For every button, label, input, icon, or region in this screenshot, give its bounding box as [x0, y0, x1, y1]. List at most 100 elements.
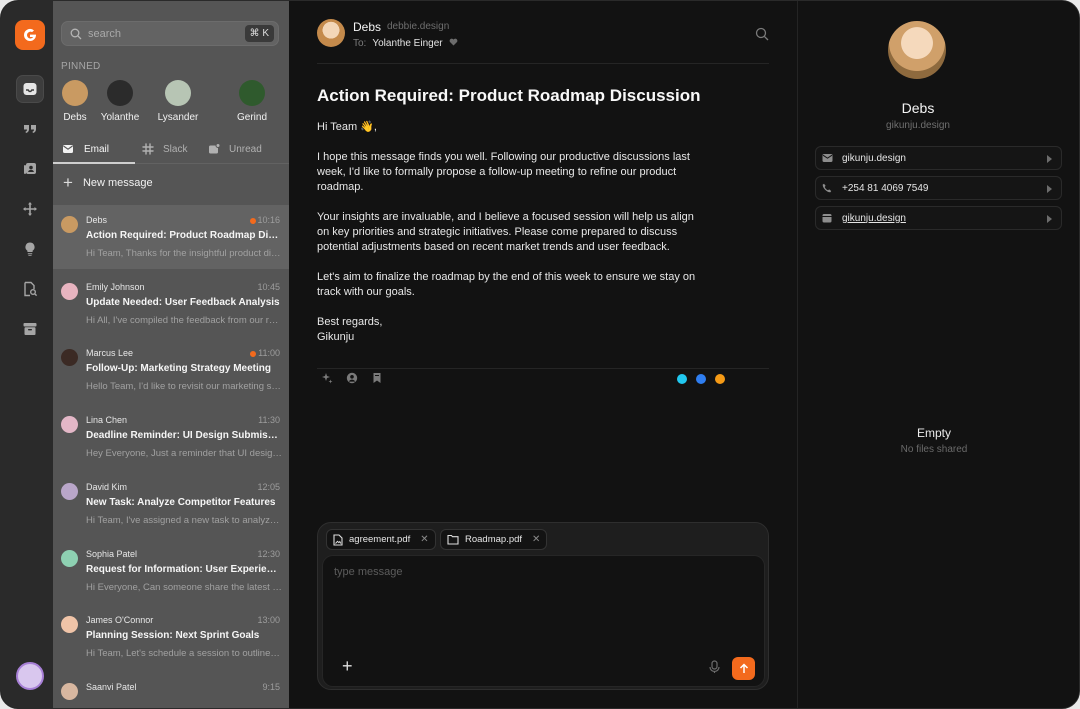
microphone-icon	[709, 660, 720, 673]
status-dot[interactable]	[715, 374, 725, 384]
message-list-item[interactable]: Debs 10:16 Action Required: Product Roadma…	[53, 205, 289, 269]
contact-calendar-row[interactable]: gikunju.design	[815, 206, 1062, 230]
pinned-name: Yolanthe	[100, 112, 140, 123]
message-sender: James O'Connor	[86, 615, 154, 626]
quote-icon	[24, 125, 36, 133]
message-subject: Deadline Reminder: UI Design Submission	[86, 430, 282, 442]
pinned-name: Lysander	[157, 112, 199, 123]
message-input[interactable]	[334, 566, 734, 606]
contact-phone-row[interactable]: +254 81 4069 7549	[815, 176, 1062, 200]
pinned-contact[interactable]: Gerind	[222, 80, 282, 123]
email-body: Hi Team 👋, I hope this message finds you…	[317, 120, 697, 345]
contact-phone: +254 81 4069 7549	[842, 182, 929, 194]
email-signoff: Best regards,	[317, 316, 383, 328]
send-button[interactable]	[732, 657, 755, 680]
message-list-item[interactable]: Emily Johnson 10:45 Update Needed: User Fe…	[53, 272, 289, 336]
recipient-name[interactable]: Yolanthe Einger	[372, 38, 442, 49]
remove-attachment-icon[interactable]: ✕	[532, 534, 540, 545]
unread-icon	[209, 143, 220, 154]
search-box[interactable]: search ⌘ K	[61, 21, 279, 46]
message-time: 11:00	[258, 348, 280, 359]
attachment-name: agreement.pdf	[349, 534, 411, 545]
email-paragraph: I hope this message finds you well. Foll…	[317, 151, 690, 193]
attachment-chip[interactable]: Roadmap.pdf ✕	[440, 529, 548, 550]
tab-email[interactable]: Email	[62, 134, 109, 164]
ideas-button[interactable]	[16, 235, 44, 263]
message-list-item[interactable]: Marcus Lee 11:00 Follow-Up: Marketing Stra…	[53, 338, 289, 402]
status-dot[interactable]	[696, 374, 706, 384]
tab-slack-label: Slack	[163, 143, 188, 155]
email-paragraph: Your insights are invaluable, and I beli…	[317, 211, 694, 253]
channel-tabs: Email Slack Unread	[53, 134, 289, 164]
search-placeholder: search	[88, 27, 122, 40]
move-icon	[23, 202, 37, 216]
message-time: 13:00	[257, 615, 280, 626]
app-logo[interactable]	[15, 20, 45, 50]
move-button[interactable]	[16, 195, 44, 223]
message-subject: Request for Information: User Experience…	[86, 563, 282, 575]
message-time: 9:15	[262, 681, 280, 692]
message-list-item[interactable]: Lina Chen 11:30 Deadline Reminder: UI Desi…	[53, 405, 289, 469]
message-list-item[interactable]: David Kim 12:05 New Task: Analyze Competit…	[53, 472, 289, 536]
message-time: 10:45	[257, 281, 280, 292]
contacts-icon	[24, 163, 36, 174]
pinned-contact[interactable]: Lysander	[148, 80, 208, 123]
arrow-up-icon	[739, 663, 748, 673]
message-subject: Follow-Up: Marketing Strategy Meeting	[86, 363, 272, 375]
message-avatar	[61, 682, 78, 700]
voice-button[interactable]	[709, 660, 720, 679]
email-signature: Gikunju	[317, 331, 355, 343]
archive-button[interactable]	[16, 315, 44, 343]
contact-name: Debs	[901, 100, 935, 116]
tabs-divider	[135, 163, 289, 164]
search-docs-button[interactable]	[16, 275, 44, 303]
sender-avatar[interactable]	[317, 19, 345, 47]
message-preview: Hello Team, I'd like to revisit our mark…	[86, 381, 282, 393]
pinned-contact[interactable]: Yolanthe	[90, 80, 150, 123]
message-list-item[interactable]: Saanvi Patel 9:15	[53, 672, 289, 708]
user-circle-icon[interactable]	[346, 372, 358, 384]
message-sender: Saanvi Patel	[86, 681, 137, 692]
shared-files-empty-subtitle: No files shared	[900, 444, 968, 455]
status-dots	[677, 374, 725, 384]
message-subject: Planning Session: Next Sprint Goals	[86, 630, 260, 642]
plus-icon: +	[63, 173, 73, 192]
contact-calendar-link[interactable]: gikunju.design	[842, 213, 906, 224]
attachment-name: Roadmap.pdf	[465, 534, 523, 545]
calendar-icon	[822, 214, 832, 223]
new-message-button[interactable]: + New message	[63, 173, 153, 192]
message-input-box: +	[322, 555, 765, 687]
bookmark-icon[interactable]	[371, 372, 383, 384]
message-preview: Hey Everyone, Just a reminder that UI de…	[86, 448, 282, 460]
message-subject: Update Needed: User Feedback Analysis	[86, 296, 280, 308]
sparkle-icon[interactable]	[321, 372, 333, 384]
sender-name: Debs	[353, 20, 382, 34]
add-attachment-button[interactable]: +	[342, 656, 353, 677]
header-divider	[317, 63, 769, 64]
slack-icon	[142, 143, 154, 155]
attachment-chip[interactable]: agreement.pdf ✕	[326, 529, 436, 550]
inbox-button[interactable]	[16, 75, 44, 103]
tab-unread[interactable]: Unread	[208, 134, 262, 164]
remove-attachment-icon[interactable]: ✕	[420, 534, 428, 545]
message-list-item[interactable]: James O'Connor 13:00 Planning Session: Nex…	[53, 605, 289, 669]
contact-email-row[interactable]: gikunju.design	[815, 146, 1062, 170]
tab-slack[interactable]: Slack	[142, 134, 187, 164]
body-divider	[317, 368, 769, 369]
quotes-button[interactable]	[16, 115, 44, 143]
status-dot[interactable]	[677, 374, 687, 384]
pinned-name: Gerind	[236, 112, 267, 123]
message-avatar	[61, 349, 78, 367]
unread-dot	[250, 218, 256, 224]
pinned-label: PINNED	[61, 61, 101, 72]
tab-email-label: Email	[84, 143, 110, 155]
current-user-avatar[interactable]	[16, 662, 44, 690]
email-search-button[interactable]	[755, 27, 769, 46]
search-icon	[70, 28, 82, 39]
message-list-item[interactable]: Sophia Patel 12:30 Request for Information…	[53, 539, 289, 603]
message-avatar	[61, 482, 78, 500]
message-sender: Emily Johnson	[86, 281, 145, 292]
contacts-button[interactable]	[16, 155, 44, 183]
message-preview: Hi Team, Let's schedule a session to out…	[86, 648, 282, 660]
heart-icon[interactable]	[449, 38, 458, 46]
